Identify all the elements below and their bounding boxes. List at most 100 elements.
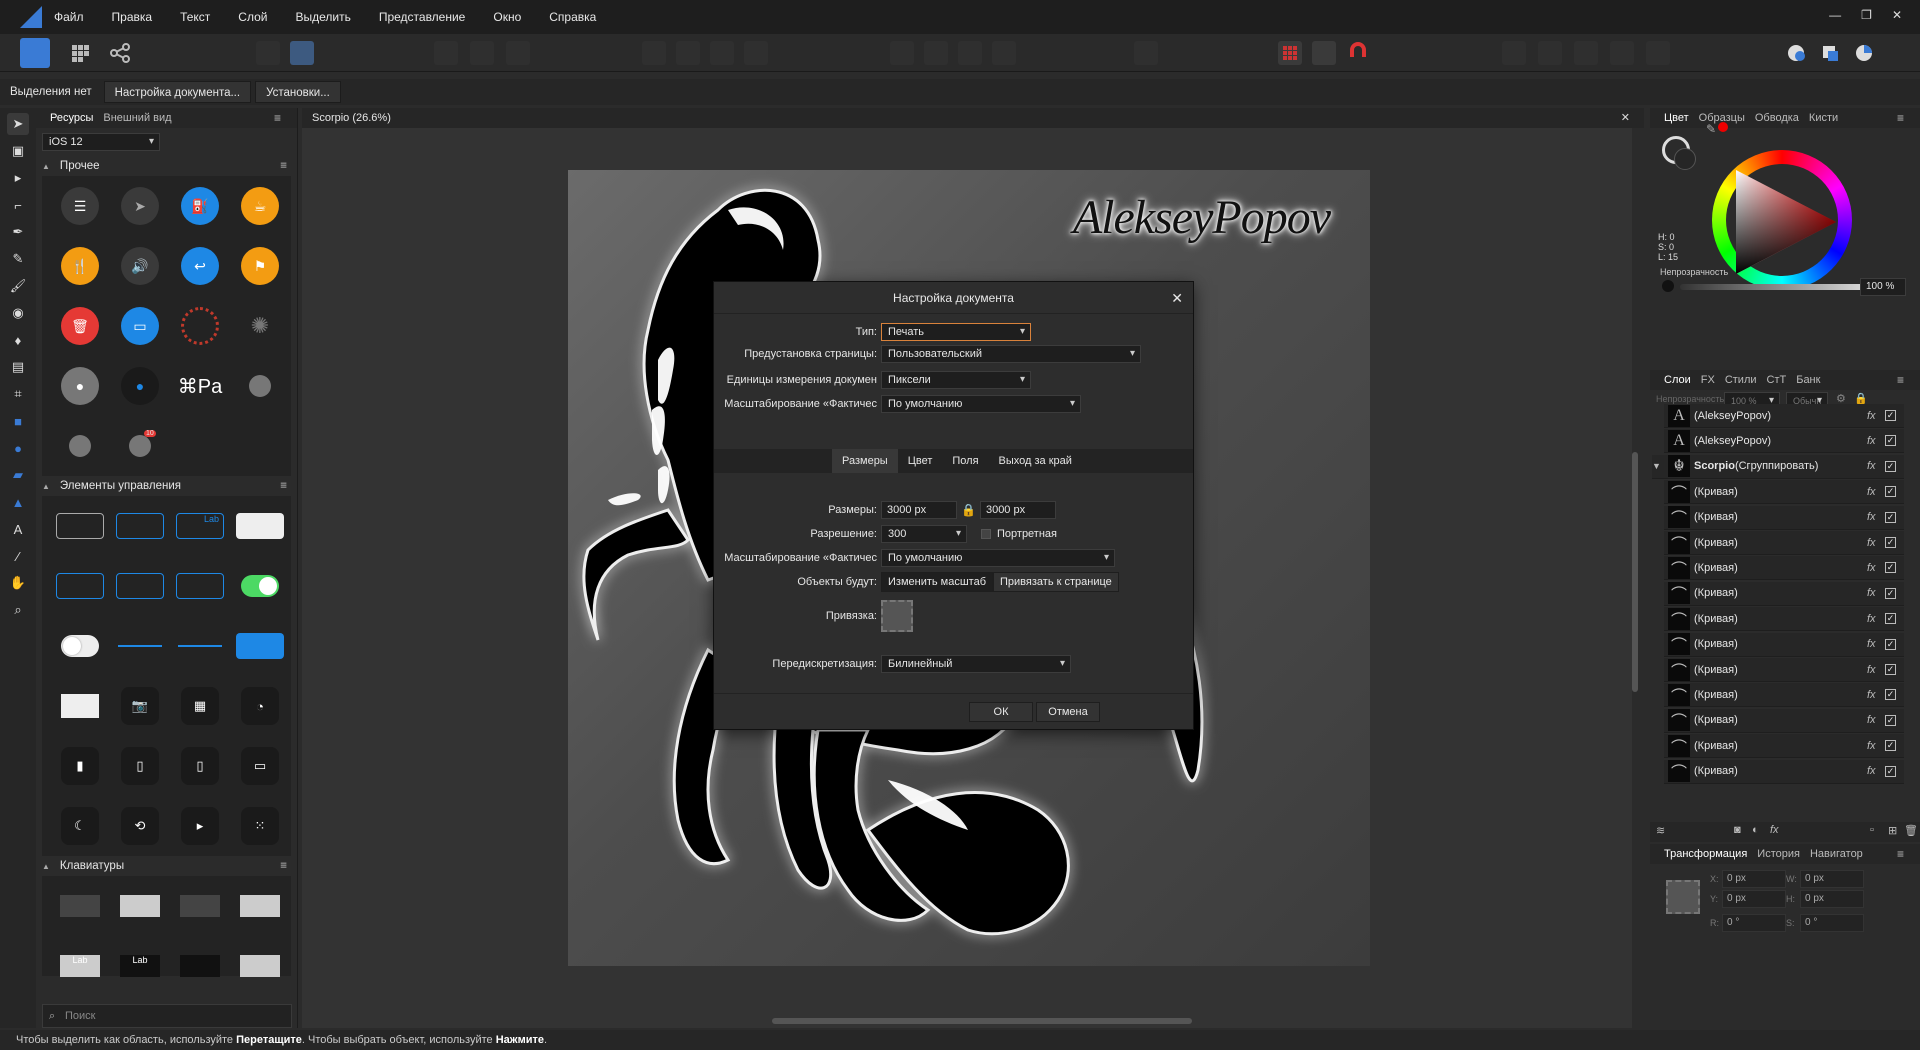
layer-visibility-checkbox[interactable]: ✓ xyxy=(1885,537,1896,548)
menu-text[interactable]: Текст xyxy=(180,10,210,24)
avatar-icon[interactable]: ● xyxy=(61,367,99,405)
color-picker-icon[interactable]: ✎ xyxy=(1706,122,1716,136)
shear-field[interactable]: 0 ° xyxy=(1800,914,1864,932)
keyboard-key-light-2-asset[interactable] xyxy=(240,955,280,977)
home-indicator-icon[interactable] xyxy=(69,435,91,457)
layer-row[interactable]: ⌒ (Кривая) fx ✓ xyxy=(1664,607,1904,632)
type-select[interactable]: Печать xyxy=(881,323,1031,341)
layers-stack-icon[interactable]: ≋ xyxy=(1656,824,1665,837)
menu-window[interactable]: Окно xyxy=(493,10,521,24)
arrange-1-icon[interactable] xyxy=(642,41,666,65)
tab-brushes[interactable]: Кисти xyxy=(1809,112,1838,124)
scale2-select[interactable]: По умолчанию xyxy=(881,549,1115,567)
layer-row[interactable]: ⌒ (Кривая) fx ✓ xyxy=(1664,581,1904,606)
layer-fx-icon[interactable]: fx xyxy=(1867,410,1885,422)
menu-select[interactable]: Выделить xyxy=(295,10,350,24)
height-field[interactable]: 3000 px xyxy=(979,501,1056,519)
section-controls[interactable]: ▲ Элементы управления ≡ xyxy=(36,476,297,496)
view-mode-3-icon[interactable] xyxy=(506,41,530,65)
mask-icon[interactable]: ◙ xyxy=(1734,824,1741,836)
list-icon[interactable]: ☰ xyxy=(61,187,99,225)
boolean-xor-icon[interactable] xyxy=(1610,41,1634,65)
layer-row[interactable]: ⌒ (Кривая) fx ✓ xyxy=(1664,531,1904,555)
layer-fx-icon[interactable]: fx xyxy=(1867,511,1885,523)
pencil-tool-icon[interactable]: ✎ xyxy=(7,248,29,270)
tab-history[interactable]: История xyxy=(1757,848,1800,860)
new-layer-icon[interactable]: ▫ xyxy=(1870,824,1874,836)
layer-fx-icon[interactable]: fx xyxy=(1867,587,1885,599)
tab-bleed[interactable]: Выход за край xyxy=(989,449,1082,473)
progress-asset[interactable] xyxy=(178,645,222,647)
portrait-checkbox[interactable] xyxy=(981,529,991,539)
anchor-grid-icon[interactable] xyxy=(881,600,913,632)
menu-layer[interactable]: Слой xyxy=(238,10,267,24)
tab-styles[interactable]: Стили xyxy=(1725,374,1757,386)
home-button-icon[interactable] xyxy=(249,375,271,397)
close-icon[interactable]: ✕ xyxy=(1892,8,1902,22)
media-player-icon[interactable]: ▸ xyxy=(181,807,219,845)
units-select[interactable]: Пиксели xyxy=(881,371,1031,389)
brush-tool-icon[interactable]: 🖌 xyxy=(7,275,29,297)
keyboard-dark-asset[interactable] xyxy=(60,895,100,917)
segment-asset[interactable] xyxy=(56,573,104,599)
export-persona-icon[interactable] xyxy=(108,41,132,65)
layer-fx-icon[interactable]: fx xyxy=(1867,638,1885,650)
rotation-field[interactable]: 0 ° xyxy=(1722,914,1786,932)
tab-dimensions[interactable]: Размеры xyxy=(832,449,898,473)
transparency-tool-icon[interactable]: ♦ xyxy=(7,329,29,351)
label-field-asset[interactable]: Lab xyxy=(176,513,224,539)
assets-search-input[interactable]: ⌕ Поиск xyxy=(42,1004,292,1028)
fill-tool-icon[interactable]: ◉ xyxy=(7,302,29,324)
preferences-button[interactable]: Установки... xyxy=(255,81,341,103)
layer-fx-icon[interactable]: fx xyxy=(1867,689,1885,701)
keyboard-dark-2-asset[interactable] xyxy=(180,895,220,917)
touch-indicator-icon[interactable]: ● xyxy=(121,367,159,405)
width-field[interactable]: 3000 px xyxy=(881,501,957,519)
tab-stroke[interactable]: Обводка xyxy=(1755,112,1799,124)
crop-tool-icon[interactable]: ⌗ xyxy=(7,383,29,405)
resample-select[interactable]: Билинейный xyxy=(881,655,1071,673)
menu-edit[interactable]: Правка xyxy=(112,10,153,24)
tab-appearance[interactable]: Внешний вид xyxy=(103,112,171,124)
snap-options-icon[interactable] xyxy=(1312,41,1336,65)
slider-asset[interactable] xyxy=(118,645,162,647)
section-other[interactable]: ▲ Прочее ≡ xyxy=(36,156,297,176)
rotate-ccw-icon[interactable] xyxy=(958,41,982,65)
ellipse-tool-icon[interactable]: ● xyxy=(7,437,29,459)
layer-row[interactable]: ▼ ☬ Scorpio (Сгруппировать) fx ✓ xyxy=(1652,454,1904,479)
resolution-field[interactable]: 300 xyxy=(881,525,967,543)
vertical-scrollbar[interactable] xyxy=(1630,132,1642,1012)
page-preset-select[interactable]: Пользовательский xyxy=(881,345,1141,363)
layer-fx-icon[interactable]: fx xyxy=(1867,740,1885,752)
rotation-lock-icon[interactable]: ⟲ xyxy=(121,807,159,845)
layer-visibility-checkbox[interactable]: ✓ xyxy=(1885,740,1896,752)
boolean-subtract-icon[interactable] xyxy=(1538,41,1562,65)
y-field[interactable]: 0 px xyxy=(1722,890,1786,908)
layer-fx-icon[interactable]: fx xyxy=(1867,537,1885,549)
opacity-slider[interactable] xyxy=(1680,284,1870,290)
keyboard-key-dark-asset[interactable]: Lab xyxy=(120,955,160,977)
table-asset[interactable] xyxy=(61,694,99,718)
reply-icon[interactable]: ↩ xyxy=(181,247,219,285)
spinner-icon[interactable]: ✺ xyxy=(241,307,279,345)
menu-view[interactable]: Представление xyxy=(379,10,466,24)
rotate-cw-icon[interactable] xyxy=(992,41,1016,65)
toggle-off-asset[interactable] xyxy=(61,635,99,657)
quick-menu-2-icon[interactable] xyxy=(1818,41,1842,65)
eyedropper-tool-icon[interactable]: ⁄ xyxy=(7,545,29,567)
anchor-to-page-button[interactable]: Привязать к странице xyxy=(993,572,1119,592)
keyboard-light-2-asset[interactable] xyxy=(240,895,280,917)
layer-visibility-checkbox[interactable]: ✓ xyxy=(1885,587,1896,599)
layer-visibility-checkbox[interactable]: ✓ xyxy=(1885,714,1896,726)
rounded-rect-tool-icon[interactable]: ▰ xyxy=(7,464,29,486)
connectivity-icon[interactable]: ⁙ xyxy=(241,807,279,845)
assistant-icon[interactable] xyxy=(256,41,280,65)
cancel-button[interactable]: Отмена xyxy=(1036,702,1100,722)
screen-mirror-icon[interactable]: ▭ xyxy=(241,747,279,785)
layer-fx-icon[interactable]: fx xyxy=(1867,714,1885,726)
layer-visibility-checkbox[interactable]: ✓ xyxy=(1885,613,1896,625)
minimize-icon[interactable]: — xyxy=(1829,8,1841,22)
archive-icon[interactable]: ▭ xyxy=(121,307,159,345)
layers-panel-menu-icon[interactable]: ≡ xyxy=(1897,373,1904,387)
layer-visibility-checkbox[interactable]: ✓ xyxy=(1885,765,1896,777)
